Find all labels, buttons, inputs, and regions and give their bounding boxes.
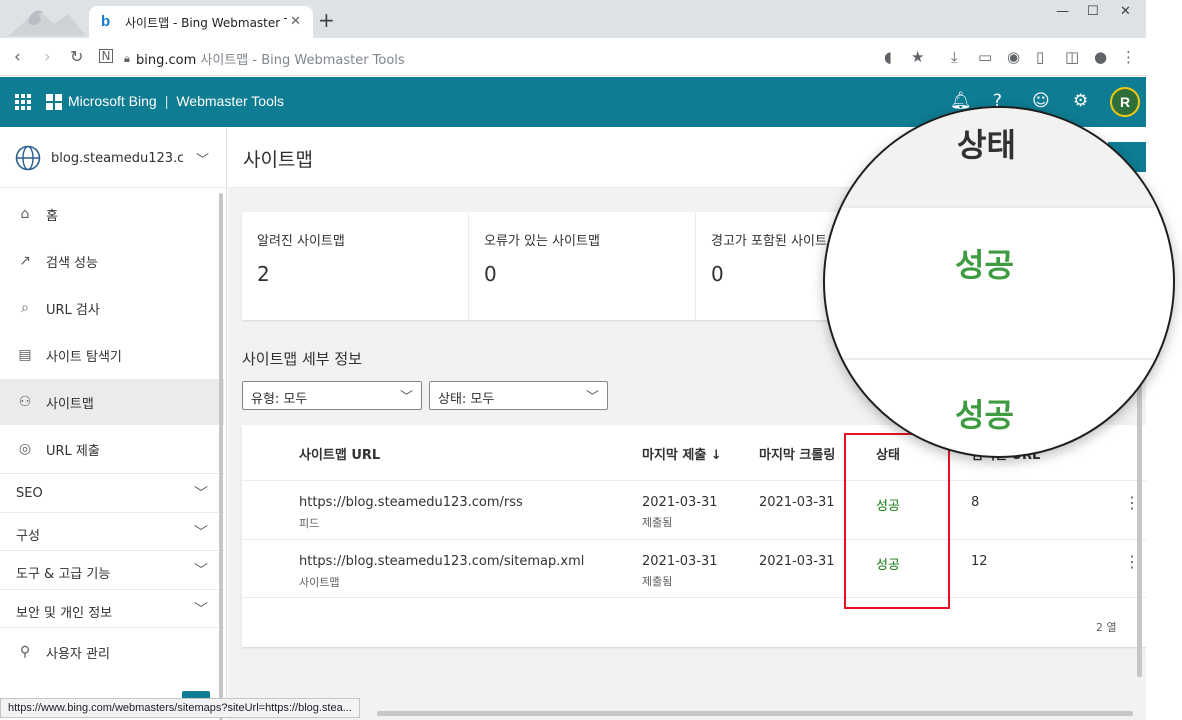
chevron-down-icon[interactable]: ﹀ bbox=[196, 149, 209, 168]
brand-title[interactable]: Microsoft Bing | Webmaster Tools bbox=[68, 93, 284, 109]
zoomed-status-value: 성공 bbox=[955, 396, 1014, 434]
sidebar-item-home[interactable]: ⌂ 홈 bbox=[0, 191, 224, 237]
browser-tab-active[interactable]: b 사이트맵 - Bing Webmaster Tools ✕ bbox=[89, 6, 313, 38]
horizontal-scrollbar[interactable] bbox=[377, 711, 1133, 716]
chevron-down-icon: ﹀ bbox=[194, 525, 208, 541]
browser-tabbar: b 사이트맵 - Bing Webmaster Tools ✕ + — ☐ ✕ bbox=[0, 0, 1146, 38]
sidebar-scrollbar[interactable] bbox=[219, 193, 223, 720]
chevron-down-icon: ﹀ bbox=[399, 390, 413, 405]
table-row[interactable]: https://blog.steamedu123.com/rss 피드 2021… bbox=[242, 480, 1146, 539]
url-count: 12 bbox=[971, 554, 988, 569]
home-icon: ⌂ bbox=[20, 206, 30, 222]
sidebar-item-url-inspection[interactable]: ⌕ URL 검사 bbox=[0, 285, 224, 331]
col-header-last-crawl[interactable]: 마지막 크롤링 bbox=[759, 444, 835, 463]
bookmark-star-icon[interactable]: ★ bbox=[911, 49, 924, 65]
sidebar-item-sitemaps[interactable]: ⚇ 사이트맵 bbox=[0, 379, 224, 425]
sitemap-url[interactable]: https://blog.steamedu123.com/sitemap.xml bbox=[299, 554, 584, 569]
sidebar-group-security[interactable]: 보안 및 개인 정보 ﹀ bbox=[0, 589, 224, 628]
stat-known-sitemaps: 알려진 사이트맵 2 bbox=[242, 212, 469, 320]
chevron-down-icon: ﹀ bbox=[585, 390, 599, 405]
chevron-down-icon: ﹀ bbox=[194, 486, 208, 502]
tab-title: 사이트맵 - Bing Webmaster Tools bbox=[125, 15, 287, 30]
notion-extension-icon[interactable]: N bbox=[99, 49, 113, 63]
sidebar: blog.steamedu123.com ﹀ ⌂ 홈 ↗ 검색 성능 ⌕ URL… bbox=[0, 127, 227, 720]
new-tab-button[interactable]: + bbox=[318, 10, 335, 30]
zoom-magnifier: 상태 성공 성공 bbox=[823, 106, 1175, 458]
lock-icon[interactable]: 🔒︎ bbox=[124, 50, 130, 68]
browser-menu-icon[interactable]: ⋮ bbox=[1121, 49, 1136, 65]
back-arrow-icon[interactable]: ‹ bbox=[14, 48, 21, 66]
site-name: blog.steamedu123.com bbox=[51, 151, 183, 166]
profile-icon[interactable]: ● bbox=[1094, 49, 1107, 65]
document-icon: ▤ bbox=[18, 347, 32, 363]
address-url[interactable]: bing.com 사이트맵 - Bing Webmaster Tools bbox=[136, 49, 405, 68]
reload-icon[interactable]: ↻ bbox=[70, 48, 83, 66]
camera-icon[interactable]: ◉ bbox=[1007, 49, 1020, 65]
sitemap-icon: ⚇ bbox=[18, 394, 32, 410]
stat-error-sitemaps: 오류가 있는 사이트맵 0 bbox=[469, 212, 696, 320]
sitemap-type: 피드 bbox=[299, 517, 320, 530]
sidebar-item-search-performance[interactable]: ↗ 검색 성능 bbox=[0, 238, 224, 284]
bing-favicon-icon: b bbox=[101, 13, 111, 30]
download-icon[interactable]: ⤓ bbox=[951, 49, 958, 65]
globe-icon: ◎ bbox=[18, 441, 32, 457]
trend-icon: ↗ bbox=[19, 253, 31, 269]
browser-toolbar: ‹ › ↻ N 🔒︎ bing.com 사이트맵 - Bing Webmaste… bbox=[0, 38, 1146, 76]
sitemap-type: 사이트맵 bbox=[299, 576, 340, 589]
page-title: 사이트맵 bbox=[243, 149, 313, 171]
crawl-date: 2021-03-31 bbox=[759, 554, 835, 569]
app-launcher-icon[interactable] bbox=[15, 94, 31, 110]
shield-extension-icon[interactable]: ◖ bbox=[884, 49, 892, 65]
tab-close-icon[interactable]: ✕ bbox=[290, 15, 301, 28]
sidebar-item-user-management[interactable]: ⚲ 사용자 관리 bbox=[0, 629, 224, 675]
sidebar-item-url-submission[interactable]: ◎ URL 제출 bbox=[0, 426, 224, 472]
user-icon: ⚲ bbox=[19, 644, 31, 660]
minimize-button[interactable]: — bbox=[1056, 4, 1069, 19]
sitemaps-table: 사이트맵 URL 마지막 제출 ↓ 마지막 크롤링 상태 검색된 URL htt… bbox=[242, 425, 1146, 647]
site-selector[interactable]: blog.steamedu123.com ﹀ bbox=[0, 127, 227, 188]
twitter-bird-icon bbox=[8, 10, 86, 36]
maximize-button[interactable]: ☐ bbox=[1087, 4, 1099, 19]
submit-note: 제출됨 bbox=[642, 516, 673, 529]
sidebar-group-seo[interactable]: SEO ﹀ bbox=[0, 473, 224, 512]
submit-date: 2021-03-31 bbox=[642, 554, 718, 569]
microsoft-logo-icon bbox=[46, 94, 62, 110]
window-close-button[interactable]: ✕ bbox=[1120, 4, 1131, 19]
chevron-down-icon: ﹀ bbox=[194, 602, 208, 618]
globe-icon bbox=[15, 145, 41, 171]
chevron-down-icon: ﹀ bbox=[194, 563, 208, 579]
table-row[interactable]: https://blog.steamedu123.com/sitemap.xml… bbox=[242, 539, 1146, 598]
highlight-box bbox=[844, 433, 950, 609]
section-title: 사이트맵 세부 정보 bbox=[242, 350, 362, 368]
search-icon: ⌕ bbox=[21, 300, 29, 316]
video-icon[interactable]: ▭ bbox=[978, 49, 992, 65]
row-count: 2 열 bbox=[1096, 621, 1117, 634]
zoomed-status-value: 성공 bbox=[955, 246, 1014, 284]
submit-date: 2021-03-31 bbox=[642, 495, 718, 510]
sidebar-group-config[interactable]: 구성 ﹀ bbox=[0, 512, 224, 551]
submit-note: 제출됨 bbox=[642, 575, 673, 588]
sitemap-url[interactable]: https://blog.steamedu123.com/rss bbox=[299, 495, 523, 510]
sidepanel-icon[interactable]: ◫ bbox=[1065, 49, 1079, 65]
sidebar-group-tools[interactable]: 도구 & 고급 기능 ﹀ bbox=[0, 550, 224, 589]
sidebar-item-site-explorer[interactable]: ▤ 사이트 탐색기 bbox=[0, 332, 224, 378]
status-filter-dropdown[interactable]: 상태: 모두 ﹀ bbox=[429, 381, 608, 410]
col-header-url[interactable]: 사이트맵 URL bbox=[299, 444, 380, 463]
link-status-bar: https://www.bing.com/webmasters/sitemaps… bbox=[0, 698, 360, 718]
forward-arrow-icon[interactable]: › bbox=[44, 48, 51, 66]
col-header-last-submit[interactable]: 마지막 제출 ↓ bbox=[642, 444, 722, 463]
reader-icon[interactable]: ▯ bbox=[1036, 49, 1044, 65]
type-filter-dropdown[interactable]: 유형: 모두 ﹀ bbox=[242, 381, 422, 410]
zoomed-status-header: 상태 bbox=[957, 126, 1016, 164]
crawl-date: 2021-03-31 bbox=[759, 495, 835, 510]
url-count: 8 bbox=[971, 495, 980, 510]
